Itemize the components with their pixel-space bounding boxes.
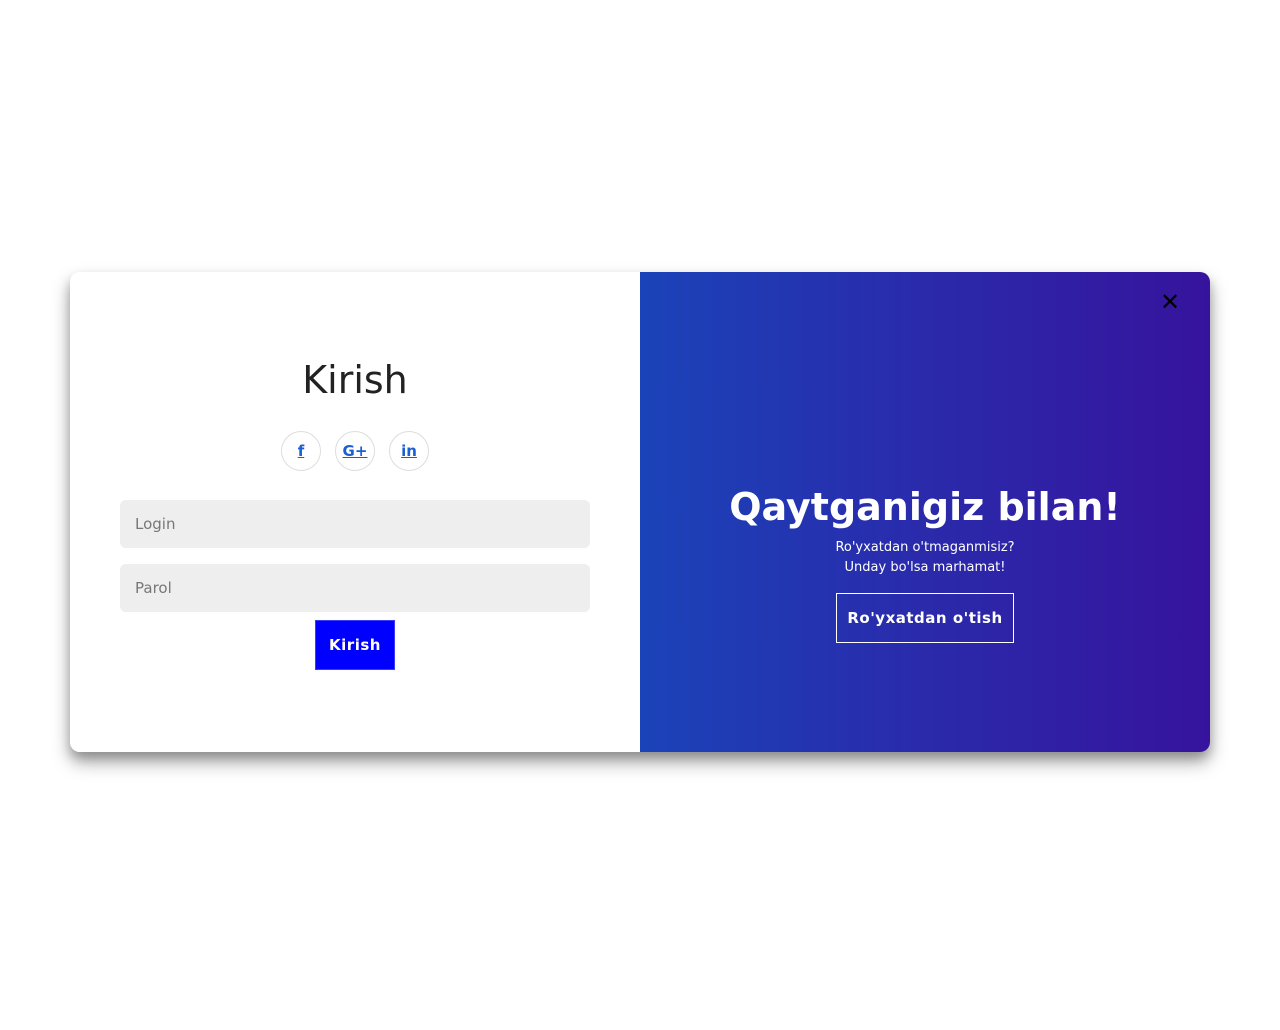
- close-icon[interactable]: ✕: [1156, 288, 1184, 316]
- welcome-panel: ✕ Qaytganigiz bilan! Ro'yxatdan o'tmagan…: [640, 272, 1210, 752]
- login-title: Kirish: [302, 358, 408, 402]
- welcome-subtitle-line1: Ro'yxatdan o'tmaganmisiz?: [835, 540, 1015, 555]
- auth-modal: Kirish f G+ in Kirish ✕ Qaytganigiz bila…: [70, 272, 1210, 752]
- login-input[interactable]: [120, 500, 590, 548]
- login-button[interactable]: Kirish: [315, 620, 395, 670]
- login-panel: Kirish f G+ in Kirish: [70, 272, 640, 752]
- facebook-icon[interactable]: f: [281, 431, 321, 471]
- password-input[interactable]: [120, 564, 590, 612]
- welcome-title: Qaytganigiz bilan!: [729, 485, 1121, 529]
- register-button[interactable]: Ro'yxatdan o'tish: [836, 593, 1014, 643]
- welcome-subtitle-line2: Unday bo'lsa marhamat!: [844, 560, 1006, 575]
- social-login-group: f G+ in: [70, 431, 640, 471]
- welcome-subtitle: Ro'yxatdan o'tmaganmisiz? Unday bo'lsa m…: [640, 538, 1210, 578]
- google-plus-icon[interactable]: G+: [335, 431, 375, 471]
- linkedin-icon[interactable]: in: [389, 431, 429, 471]
